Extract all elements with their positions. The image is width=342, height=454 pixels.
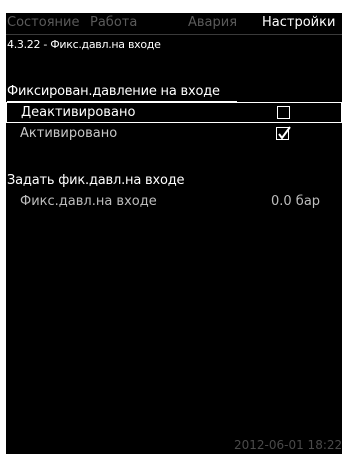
mode-section-title: Фиксирован.давление на входе xyxy=(7,84,220,99)
breadcrumb: 4.3.22 - Фикс.давл.на входе xyxy=(7,38,161,51)
status-timestamp: 2012-06-01 18:22 xyxy=(234,438,342,452)
option-activated[interactable]: Активировано xyxy=(6,124,342,144)
tab-settings[interactable]: Настройки xyxy=(258,15,342,32)
display-screen: Состояние Работа Авария Настройки 4.3.22… xyxy=(6,13,342,454)
param-value[interactable]: 0.0 бар xyxy=(271,194,320,209)
option-activated-label: Активировано xyxy=(20,126,118,141)
tab-status[interactable]: Состояние xyxy=(7,15,79,30)
tab-divider xyxy=(6,34,342,35)
tab-bar: Состояние Работа Авария Настройки xyxy=(6,13,342,35)
checkbox-activated[interactable] xyxy=(276,126,291,140)
checkmark-icon xyxy=(278,126,291,140)
checkbox-deactivated[interactable] xyxy=(277,106,290,119)
param-label: Фикс.давл.на входе xyxy=(20,194,157,209)
value-section-title: Задать фик.давл.на входе xyxy=(7,173,185,188)
option-deactivated[interactable]: Деактивировано xyxy=(6,102,342,123)
tab-operation[interactable]: Работа xyxy=(90,15,137,30)
tab-alarm[interactable]: Авария xyxy=(188,15,237,30)
option-deactivated-label: Деактивировано xyxy=(21,105,136,120)
param-row-inlet-pressure[interactable]: Фикс.давл.на входе 0.0 бар xyxy=(6,194,342,212)
